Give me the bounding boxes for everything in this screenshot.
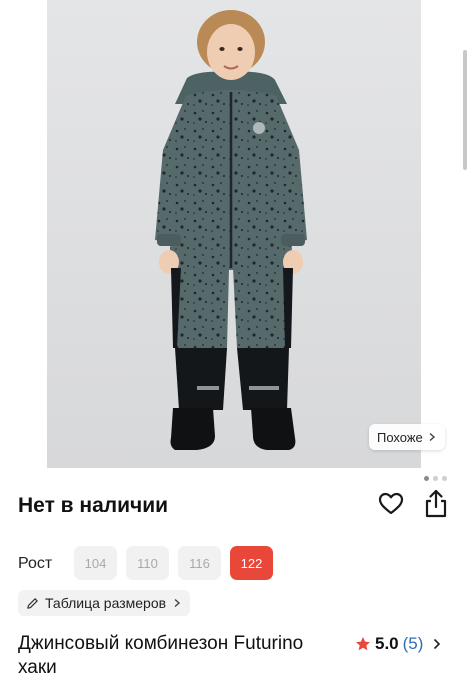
- size-label: Рост: [18, 555, 53, 572]
- size-chip-122[interactable]: 122: [230, 546, 273, 580]
- gallery-pagination: [424, 476, 447, 481]
- availability-status: Нет в наличии: [18, 494, 169, 517]
- size-chip-116[interactable]: 116: [178, 546, 221, 580]
- rating-score: 5.0: [375, 634, 399, 653]
- pagination-dot[interactable]: [433, 476, 438, 481]
- similar-label: Похоже: [377, 429, 423, 445]
- share-icon[interactable]: [423, 489, 449, 519]
- rating-link[interactable]: 5.0 (5): [355, 634, 442, 654]
- pagination-dot[interactable]: [442, 476, 447, 481]
- size-selector: 104 110 116 122: [74, 546, 273, 580]
- chevron-right-icon: [429, 432, 435, 442]
- heart-icon[interactable]: [378, 491, 404, 517]
- star-icon: [356, 637, 370, 651]
- pencil-icon: [27, 597, 38, 609]
- size-chip-110[interactable]: 110: [126, 546, 169, 580]
- product-title: Джинсовый комбинезон Futurino хаки: [18, 633, 304, 678]
- child-jumpsuit-illustration: [47, 0, 421, 468]
- pagination-dot[interactable]: [424, 476, 429, 481]
- product-gallery[interactable]: Похоже: [0, 0, 469, 468]
- size-chip-104[interactable]: 104: [74, 546, 117, 580]
- size-table-label: Таблица размеров: [45, 595, 167, 611]
- scrollbar[interactable]: [463, 50, 467, 170]
- rating-count: (5): [402, 634, 424, 653]
- chevron-right-icon: [174, 598, 181, 608]
- similar-button[interactable]: Похоже: [369, 424, 445, 450]
- product-photo[interactable]: [47, 0, 421, 468]
- chevron-right-icon: [434, 638, 441, 650]
- size-table-button[interactable]: Таблица размеров: [18, 590, 191, 616]
